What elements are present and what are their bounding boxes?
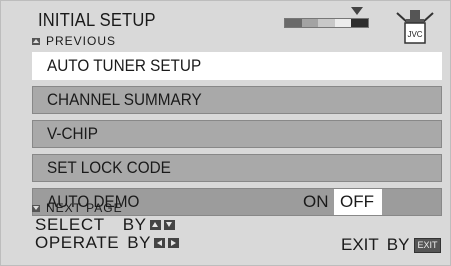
menu-item-label: SET LOCK CODE — [47, 158, 171, 177]
exit-key-icon: EXIT — [414, 237, 441, 253]
auto-demo-off-option[interactable]: OFF — [334, 189, 382, 215]
previous-page-link[interactable]: PREVIOUS — [32, 34, 116, 48]
progress-marker-icon — [351, 7, 363, 15]
down-key-icon — [163, 220, 175, 230]
auto-demo-on-option[interactable]: ON — [303, 189, 329, 215]
operate-label: OPERATE — [35, 233, 120, 252]
exit-label: EXIT — [341, 235, 379, 254]
by-label: BY — [386, 235, 410, 254]
menu-item-label: V-CHIP — [47, 124, 99, 143]
up-key-icon — [149, 220, 161, 230]
menu-item-label: AUTO TUNER SETUP — [47, 56, 202, 75]
left-key-icon — [154, 238, 166, 248]
setup-screen: INITIAL SETUP PREVIOUS JVC AUTO TUNER SE… — [0, 0, 451, 266]
page-progress-bar — [284, 18, 369, 28]
menu-item-set-lock-code[interactable]: SET LOCK CODE — [32, 154, 442, 182]
jvc-tv-icon: JVC — [396, 10, 434, 44]
menu-item-v-chip[interactable]: V-CHIP — [32, 120, 442, 148]
down-arrow-icon — [32, 204, 40, 212]
next-page-label: NEXT PAGE — [46, 201, 123, 215]
select-hint: SELECT BY — [35, 215, 175, 235]
progress-segment — [334, 19, 352, 27]
previous-label: PREVIOUS — [46, 34, 117, 48]
operate-hint: OPERATE BY — [35, 233, 180, 253]
brand-logo-text: JVC — [407, 30, 422, 39]
progress-segment — [351, 19, 368, 27]
menu-item-label: CHANNEL SUMMARY — [47, 90, 202, 109]
by-label: BY — [127, 233, 152, 252]
progress-segment — [318, 19, 335, 27]
page-title: INITIAL SETUP — [38, 10, 156, 30]
right-key-icon — [168, 238, 180, 248]
by-label: BY — [122, 215, 147, 234]
up-arrow-icon — [32, 37, 40, 45]
menu-item-channel-summary[interactable]: CHANNEL SUMMARY — [32, 86, 442, 114]
select-label: SELECT — [35, 215, 105, 234]
menu-item-auto-tuner-setup[interactable]: AUTO TUNER SETUP — [32, 52, 442, 80]
exit-hint: EXIT BY EXIT — [341, 235, 441, 255]
progress-segment — [301, 19, 319, 27]
next-page-link[interactable]: NEXT PAGE — [32, 201, 123, 215]
setup-menu: AUTO TUNER SETUP CHANNEL SUMMARY V-CHIP … — [32, 52, 442, 222]
progress-segment — [285, 19, 302, 27]
